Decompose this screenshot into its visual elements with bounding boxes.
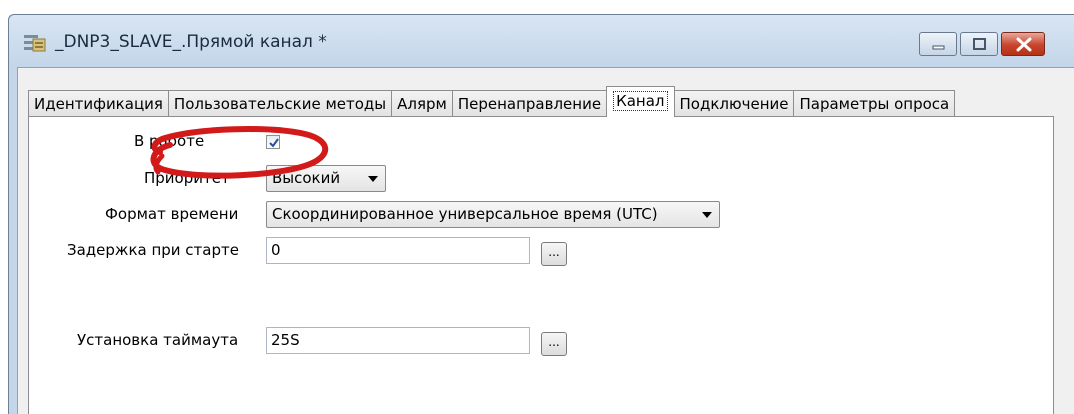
start-delay-input[interactable]: 0 <box>266 237 530 264</box>
timeout-browse-button[interactable]: ... <box>541 332 567 356</box>
window-client-area: Идентификация Пользовательские методы Ал… <box>17 67 1074 414</box>
time-format-value: Скоординированное универсальное время (U… <box>272 205 658 223</box>
tab-alarm[interactable]: Алярм <box>391 90 453 117</box>
tab-channel-label: Канал <box>613 91 668 111</box>
minimize-button[interactable] <box>919 32 957 56</box>
timeout-label: Установка таймаута <box>77 331 239 349</box>
minimize-icon <box>932 45 945 50</box>
window-title: _DNP3_SLAVE_.Прямой канал * <box>55 32 327 52</box>
tab-polling-parameters[interactable]: Параметры опроса <box>793 90 956 117</box>
tab-strip: Идентификация Пользовательские методы Ал… <box>28 86 956 117</box>
tab-connection[interactable]: Подключение <box>673 90 795 117</box>
tab-channel[interactable]: Канал <box>606 86 675 117</box>
tab-redirection[interactable]: Перенаправление <box>451 90 608 117</box>
start-delay-browse-button[interactable]: ... <box>541 242 567 266</box>
close-button[interactable] <box>1001 32 1045 56</box>
priority-select[interactable]: Высокий <box>266 165 386 192</box>
properties-window-icon <box>23 33 47 53</box>
chevron-down-icon <box>368 176 378 182</box>
maximize-icon <box>973 38 986 50</box>
tab-user-methods[interactable]: Пользовательские методы <box>167 90 393 117</box>
in-service-label: В работе <box>134 132 205 150</box>
properties-window: _DNP3_SLAVE_.Прямой канал * Идентификаци… <box>8 14 1074 414</box>
channel-tab-panel: В работе Приоритет Высокий Формат времен… <box>28 116 1054 414</box>
time-format-label: Формат времени <box>105 205 239 223</box>
priority-label: Приоритет <box>144 169 230 187</box>
maximize-button[interactable] <box>960 32 998 56</box>
title-bar[interactable]: _DNP3_SLAVE_.Прямой канал * <box>9 15 1074 67</box>
tab-identification[interactable]: Идентификация <box>28 90 169 117</box>
checkmark-icon <box>269 138 279 148</box>
chevron-down-icon <box>702 212 712 218</box>
time-format-select[interactable]: Скоординированное универсальное время (U… <box>266 201 720 228</box>
close-icon <box>1016 37 1032 52</box>
in-service-checkbox[interactable] <box>266 135 280 149</box>
start-delay-label: Задержка при старте <box>67 241 239 259</box>
timeout-input[interactable]: 25S <box>266 327 530 354</box>
priority-value: Высокий <box>272 169 341 187</box>
